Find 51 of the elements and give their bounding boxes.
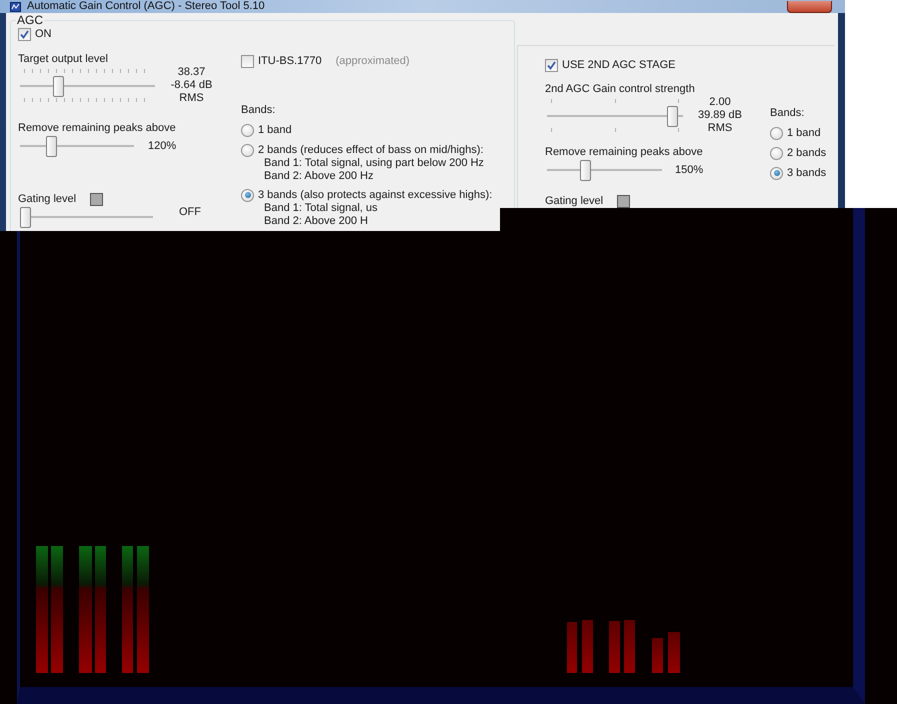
radio-button[interactable] [770,126,783,140]
gating-indicator-icon [90,192,104,206]
app-icon [10,2,21,12]
radio-label[interactable]: 3 bands (also protects against excessive highs): [258,188,492,202]
band-description: Band 1: Total signal, us [263,202,379,214]
slider-value: -8.64 dB [170,79,214,92]
gating-indicator-icon [617,194,630,208]
bands-label: Bands: [241,104,276,117]
slider-thumb[interactable] [667,106,678,127]
slider-value: OFF [179,206,202,219]
radio-label[interactable]: 3 bands [787,166,826,180]
slider-label: Remove remaining peaks above [545,146,703,158]
slider-label: Gating level [545,194,604,208]
checkbox-label[interactable]: ITU-BS.1770 [258,54,322,68]
radio-label[interactable]: 1 band [787,126,821,140]
radio-button[interactable] [770,166,783,180]
band-description: Band 2: Above 200 H [263,214,369,227]
slider-thumb[interactable] [580,160,592,181]
slider-label: Target output level [18,52,108,66]
checkbox[interactable] [241,54,254,68]
slider-value: 2.00 [708,96,732,109]
radio-label[interactable]: 2 bands (reduces effect of bass on mid/highs): [258,143,484,157]
slider-label: 2nd AGC Gain control strength [545,82,695,96]
slider-thumb[interactable] [53,76,64,97]
slider-value: 150% [675,163,704,178]
radio-button[interactable] [770,146,783,160]
slider-label: Remove remaining peaks above [18,122,176,134]
group-label: AGC [16,14,44,27]
slider-value: RMS [706,122,734,135]
radio-button[interactable] [241,188,254,202]
radio-button[interactable] [241,124,254,136]
radio-label[interactable]: 2 bands [787,146,826,160]
checkbox[interactable] [18,28,31,40]
slider-thumb[interactable] [46,136,57,157]
checkbox-label[interactable]: ON [35,27,52,41]
checkbox-label[interactable]: USE 2ND AGC STAGE [562,58,676,72]
band-description: Band 1: Total signal, using part below 200 Hz [263,157,485,170]
slider-value: 38.37 [176,66,206,79]
slider-value: RMS [178,92,205,105]
bands-label: Bands: [770,107,806,120]
checkbox[interactable] [545,58,558,72]
slider-value: 39.89 dB [696,109,744,122]
radio-label[interactable]: 1 band [258,123,292,137]
window-title: Automatic Gain Control (AGC) - Stereo Tool 5.10 [27,0,265,13]
note-text: (approximated) [336,54,410,68]
slider-label: Gating level [18,192,76,206]
slider-value: 120% [148,139,178,154]
close-button[interactable] [787,0,832,12]
slider-thumb[interactable] [20,207,31,228]
radio-button[interactable] [241,144,254,156]
band-description: Band 2: Above 200 Hz [263,170,374,182]
